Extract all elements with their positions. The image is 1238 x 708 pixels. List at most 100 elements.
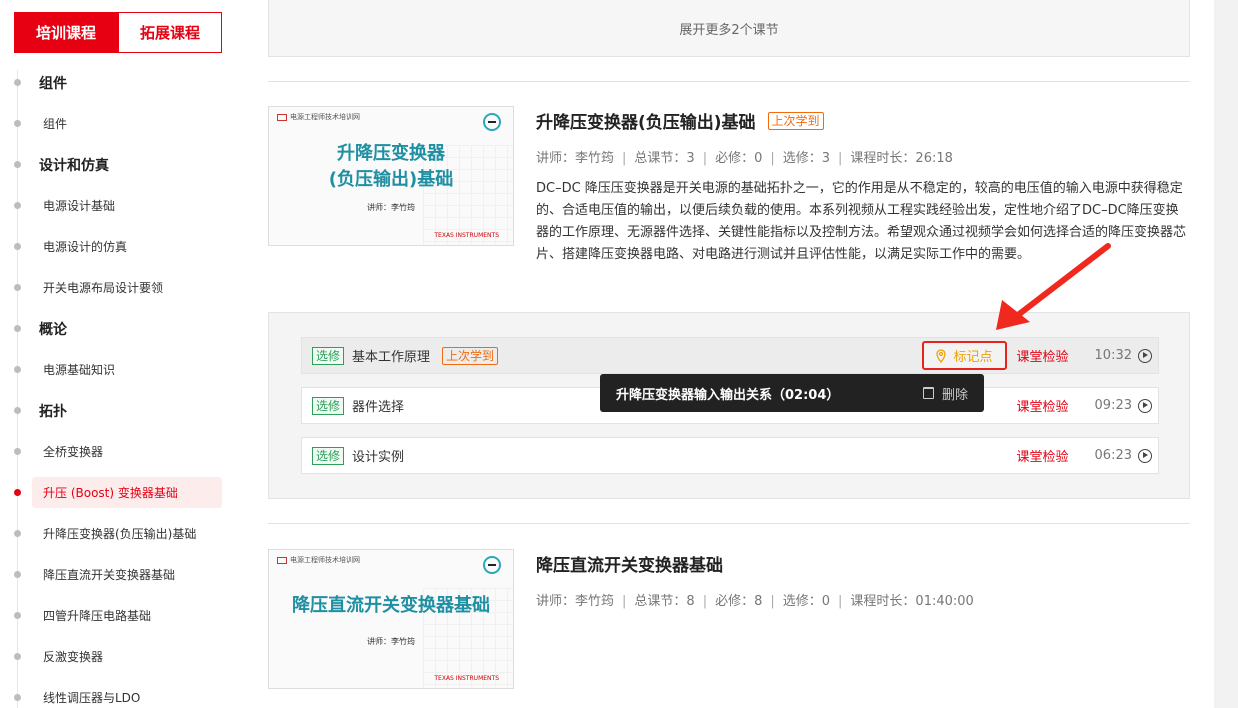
- nav-dot-icon: [14, 448, 21, 455]
- meta-total-lessons: 总课节：3: [634, 151, 695, 166]
- nav-item-flyback[interactable]: 反激变换器: [0, 636, 244, 677]
- lesson-duration: 10:32: [1094, 348, 1132, 363]
- nav-dot-icon: [14, 325, 21, 332]
- nav-label: 拓扑: [39, 403, 67, 420]
- red-arrow-annotation: [996, 243, 1111, 330]
- lesson-row[interactable]: 选修 基本工作原理 上次学到 标记点 课堂检验 10:32: [301, 337, 1159, 374]
- meta-teacher: 讲师：李竹筠: [536, 594, 615, 609]
- nav-label: 电源设计的仿真: [43, 240, 128, 254]
- nav-dot-icon: [14, 530, 21, 537]
- course-nav: 组件 组件 设计和仿真 电源设计基础 电源设计的仿真 开关电源布局设计要领 概论…: [0, 62, 244, 708]
- tab-extended-courses[interactable]: 拓展课程: [118, 12, 222, 53]
- thumb-header: 电源工程师技术培训网: [277, 112, 360, 122]
- nav-dot-icon: [14, 407, 21, 414]
- nav-dot-icon: [14, 694, 21, 701]
- nav-group-topology[interactable]: 拓扑: [0, 390, 244, 431]
- delete-label: 删除: [941, 387, 968, 403]
- nav-item-power-design-basics[interactable]: 电源设计基础: [0, 185, 244, 226]
- thumb-title-line2: (负压输出)基础: [328, 169, 454, 190]
- thumb-header: 电源工程师技术培训网: [277, 555, 360, 565]
- nav-item-components[interactable]: 组件: [0, 103, 244, 144]
- nav-group-design-simulation[interactable]: 设计和仿真: [0, 144, 244, 185]
- nav-label: 线性调压器与LDO: [43, 691, 141, 705]
- nav-dot-icon: [14, 161, 21, 168]
- quiz-link[interactable]: 课堂检验: [1017, 446, 1069, 465]
- lesson-actions: 课堂检验 06:23: [1017, 438, 1158, 473]
- lesson-actions: 课堂检验 09:23: [1017, 388, 1158, 423]
- course-thumbnail[interactable]: 电源工程师技术培训网 升降压变换器 (负压输出)基础 讲师：李竹筠 TEXAS …: [268, 106, 514, 246]
- nav-label: 升降压变换器(负压输出)基础: [43, 527, 197, 541]
- main-content: 展开更多2个课节 电源工程师技术培训网 升降压变换器 (负压输出)基础 讲师：李…: [244, 0, 1214, 708]
- nav-label: 设计和仿真: [39, 157, 109, 174]
- nav-label: 组件: [43, 117, 68, 131]
- delete-bookmark-button[interactable]: 删除: [922, 374, 968, 412]
- nav-dot-icon: [14, 202, 21, 209]
- bookmark-button[interactable]: 标记点: [921, 341, 1007, 370]
- site-logo-icon: [277, 556, 287, 564]
- play-circle-icon[interactable]: [1138, 448, 1152, 463]
- divider: [268, 523, 1190, 524]
- course-thumbnail[interactable]: 电源工程师技术培训网 降压直流开关变换器基础 讲师：李竹筠 TEXAS INST…: [268, 549, 514, 689]
- last-studied-badge: 上次学到: [767, 111, 824, 130]
- nav-item-smps-layout[interactable]: 开关电源布局设计要领: [0, 267, 244, 308]
- nav-group-components[interactable]: 组件: [0, 62, 244, 103]
- nav-item-power-fundamentals[interactable]: 电源基础知识: [0, 349, 244, 390]
- play-circle-icon[interactable]: [1138, 348, 1152, 363]
- thumb-header-text: 电源工程师技术培训网: [290, 113, 360, 121]
- lesson-duration: 06:23: [1094, 448, 1132, 463]
- nav-dot-icon: [14, 243, 21, 250]
- lesson-actions: 标记点 课堂检验 10:32: [921, 338, 1159, 373]
- thumb-header-text: 电源工程师技术培训网: [290, 556, 360, 564]
- quiz-link[interactable]: 课堂检验: [1017, 346, 1069, 365]
- nav-item-buck-dc-basics[interactable]: 降压直流开关变换器基础: [0, 554, 244, 595]
- meta-elective: 选修：3: [782, 151, 831, 166]
- quiz-link[interactable]: 课堂检验: [1017, 396, 1069, 415]
- nav-label: 组件: [39, 75, 67, 92]
- elective-tag: 选修: [312, 346, 345, 365]
- lesson-row[interactable]: 选修 设计实例 课堂检验 06:23: [301, 437, 1159, 474]
- tab-training-courses[interactable]: 培训课程: [14, 12, 118, 53]
- course-type-tabs: 培训课程 拓展课程: [14, 12, 222, 53]
- sidebar: 培训课程 拓展课程 组件 组件 设计和仿真 电源设计基础 电源设计的仿真 开关电…: [0, 0, 244, 708]
- thumb-teacher: 讲师：李竹筠: [367, 637, 415, 646]
- thumb-title-line1: 升降压变换器: [337, 143, 445, 164]
- nav-item-buck-boost-negative[interactable]: 升降压变换器(负压输出)基础: [0, 513, 244, 554]
- nav-label: 开关电源布局设计要领: [43, 281, 164, 295]
- thumb-title-line1: 降压直流开关变换器基础: [292, 595, 490, 616]
- nav-item-four-switch-buck-boost[interactable]: 四管升降压电路基础: [0, 595, 244, 636]
- elective-tag: 选修: [312, 396, 345, 415]
- location-pin-icon: [935, 348, 946, 363]
- nav-item-linear-ldo[interactable]: 线性调压器与LDO: [0, 677, 244, 708]
- course-title[interactable]: 升降压变换器(负压输出)基础 上次学到: [536, 108, 824, 133]
- nav-dot-icon: [14, 612, 21, 619]
- expand-more-lessons-button[interactable]: 展开更多2个课节: [268, 0, 1190, 57]
- nav-item-boost-basics[interactable]: 升压 (Boost) 变换器基础: [0, 472, 244, 513]
- nav-label: 反激变换器: [43, 650, 104, 664]
- nav-label: 降压直流开关变换器基础: [43, 568, 176, 582]
- thumb-teacher: 讲师：李竹筠: [367, 203, 415, 212]
- bookmark-tooltip: 升降压变换器输入输出关系（02:04） 删除: [600, 374, 984, 412]
- lesson-title: 基本工作原理: [352, 350, 431, 365]
- nav-label: 概论: [39, 321, 67, 338]
- ti-logo: TEXAS INSTRUMENTS: [434, 675, 499, 682]
- course-title-text: 降压直流开关变换器基础: [536, 556, 723, 576]
- nav-dot-icon: [14, 571, 21, 578]
- meta-required: 必修：8: [715, 594, 763, 609]
- trash-icon: [922, 387, 934, 399]
- nav-label: 电源设计基础: [43, 199, 116, 213]
- nav-item-power-design-simulation[interactable]: 电源设计的仿真: [0, 226, 244, 267]
- play-circle-icon[interactable]: [1138, 398, 1152, 413]
- bookmark-tooltip-text[interactable]: 升降压变换器输入输出关系（02:04）: [616, 384, 839, 403]
- nav-item-full-bridge[interactable]: 全桥变换器: [0, 431, 244, 472]
- meta-required: 必修：0: [715, 151, 763, 166]
- nav-dot-icon: [14, 284, 21, 291]
- meta-total-lessons: 总课节：8: [634, 594, 695, 609]
- bookmark-label: 标记点: [953, 350, 993, 365]
- nav-label: 四管升降压电路基础: [43, 609, 152, 623]
- meta-teacher: 讲师：李竹筠: [536, 151, 615, 166]
- nav-dot-icon: [14, 79, 21, 86]
- nav-group-overview[interactable]: 概论: [0, 308, 244, 349]
- course-title[interactable]: 降压直流开关变换器基础: [536, 551, 723, 576]
- course-meta: 讲师：李竹筠 | 总课节：3 | 必修：0 | 选修：3 | 课程时长：26:18: [536, 151, 953, 166]
- divider: [268, 81, 1190, 82]
